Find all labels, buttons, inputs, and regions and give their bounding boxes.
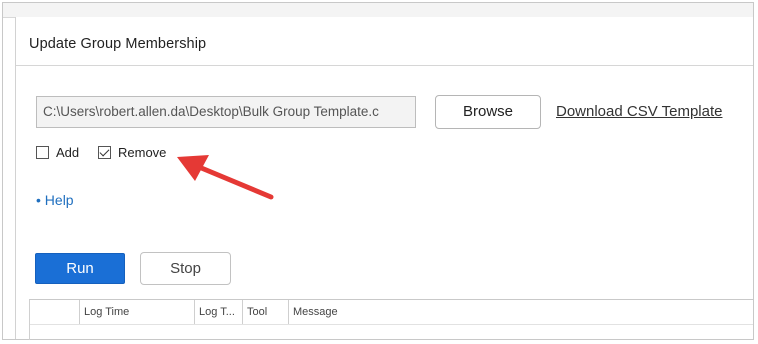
run-button[interactable]: Run <box>35 253 125 284</box>
download-csv-template-link[interactable]: Download CSV Template <box>556 103 722 120</box>
remove-option[interactable]: Remove <box>98 145 166 160</box>
update-group-membership-panel: Update Group Membership C:\Users\robert.… <box>15 17 753 340</box>
log-table: Log Time Log T... Tool Message <box>29 299 753 340</box>
top-strip <box>3 3 753 18</box>
log-col-select[interactable] <box>30 300 80 324</box>
stop-button[interactable]: Stop <box>140 252 231 285</box>
panel-title: Update Group Membership <box>29 36 207 52</box>
log-col-log-time[interactable]: Log Time <box>80 300 195 324</box>
add-option[interactable]: Add <box>36 145 79 160</box>
log-col-message[interactable]: Message <box>289 300 758 324</box>
log-col-tool[interactable]: Tool <box>243 300 289 324</box>
title-divider <box>16 65 753 66</box>
remove-checkbox[interactable] <box>98 146 111 159</box>
browse-button[interactable]: Browse <box>435 95 541 129</box>
log-col-log-type[interactable]: Log T... <box>195 300 243 324</box>
log-table-body <box>30 324 753 340</box>
log-table-header: Log Time Log T... Tool Message <box>30 300 753 324</box>
remove-label: Remove <box>118 145 167 160</box>
red-arrow-annotation <box>177 155 274 200</box>
add-checkbox[interactable] <box>36 146 49 159</box>
window-frame: Update Group Membership C:\Users\robert.… <box>2 2 754 340</box>
add-label: Add <box>56 145 80 160</box>
help-link[interactable]: • Help <box>36 192 74 208</box>
file-path-field[interactable]: C:\Users\robert.allen.da\Desktop\Bulk Gr… <box>36 96 416 128</box>
